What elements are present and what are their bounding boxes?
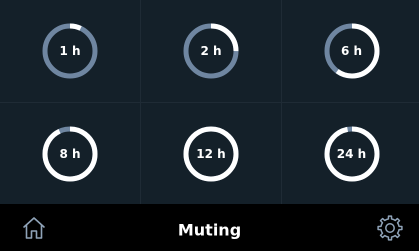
settings-button[interactable] bbox=[374, 212, 406, 244]
duration-label: 2 h bbox=[200, 44, 222, 58]
mute-6h-tile[interactable]: 6 h bbox=[282, 0, 419, 102]
gear-icon bbox=[377, 215, 403, 241]
mute-24h-tile[interactable]: 24 h bbox=[282, 103, 419, 205]
duration-label: 8 h bbox=[59, 147, 81, 161]
duration-label: 1 h bbox=[59, 44, 81, 58]
duration-label: 24 h bbox=[336, 147, 367, 161]
mute-2h-tile[interactable]: 2 h bbox=[141, 0, 281, 102]
bottom-bar: Muting bbox=[0, 204, 419, 251]
duration-label: 12 h bbox=[196, 147, 226, 161]
duration-grid: 1 h 2 h 6 h 8 h 12 h 24 h bbox=[0, 0, 419, 205]
mute-1h-tile[interactable]: 1 h bbox=[0, 0, 140, 102]
mute-12h-tile[interactable]: 12 h bbox=[141, 103, 281, 205]
page-title: Muting bbox=[177, 220, 242, 239]
duration-label: 6 h bbox=[340, 44, 363, 58]
mute-8h-tile[interactable]: 8 h bbox=[0, 103, 140, 205]
home-button[interactable] bbox=[18, 212, 50, 244]
muting-screen: 1 h 2 h 6 h 8 h 12 h 24 h Muting bbox=[0, 0, 419, 251]
home-icon bbox=[23, 217, 45, 239]
